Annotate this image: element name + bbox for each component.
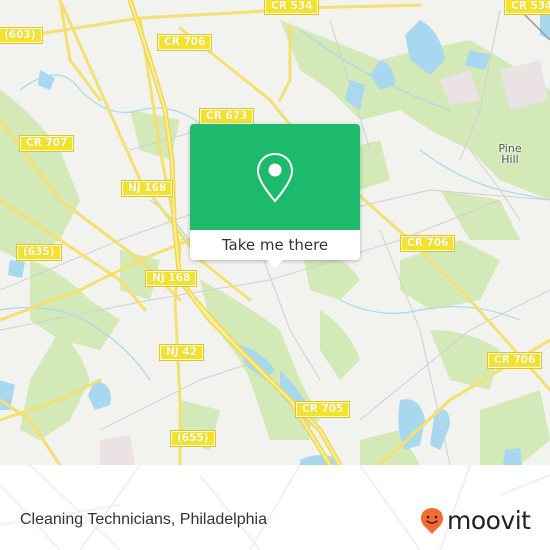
road-label-nj42: NJ 42 — [159, 344, 204, 361]
road-label-cr707: CR 707 — [18, 135, 75, 152]
place-label-pine-hill: Pine Hill — [498, 142, 522, 166]
road-label-635: (635) — [16, 244, 62, 261]
location-popup: Take me there — [190, 124, 360, 268]
road-label-cr534: CR 534 — [263, 0, 320, 15]
road-label-655: (655) — [170, 430, 216, 447]
road-label-nj168: NJ 168 — [120, 180, 174, 197]
moovit-logo[interactable]: moovit — [420, 506, 531, 536]
take-me-there-button[interactable]: Take me there — [190, 230, 360, 260]
popup-pointer — [267, 260, 283, 268]
road-label-603: (603) — [0, 27, 43, 44]
map-view[interactable]: CR 534 CR 534 (603) CR 706 CR 673 CR 707… — [0, 0, 550, 465]
road-label-cr706: CR 706 — [486, 352, 543, 369]
road-label-cr534: CR 534 — [503, 0, 550, 15]
location-pin-icon — [256, 152, 294, 203]
road-label-nj168: NJ 168 — [144, 270, 198, 287]
popup-header — [190, 124, 360, 230]
road-label-cr673: CR 673 — [198, 108, 255, 125]
moovit-face-icon — [421, 508, 443, 534]
road-label-cr705: CR 705 — [294, 401, 351, 418]
place-title: Cleaning Technicians, Philadelphia — [20, 511, 267, 528]
road-label-cr706: CR 706 — [399, 235, 456, 252]
brand-name: moovit — [447, 506, 531, 535]
road-label-cr706: CR 706 — [156, 34, 213, 51]
